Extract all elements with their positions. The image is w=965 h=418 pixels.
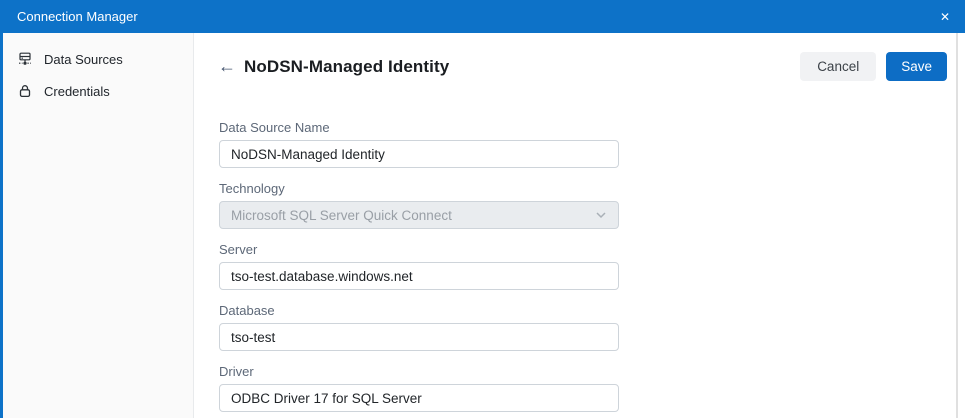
- form-group-technology: Technology Microsoft SQL Server Quick Co…: [219, 182, 956, 229]
- form-group-server: Server: [219, 243, 956, 290]
- window-body: Data Sources Credentials ← NoDSN-Managed…: [0, 33, 965, 418]
- save-button[interactable]: Save: [886, 52, 947, 81]
- database-input[interactable]: [219, 323, 619, 351]
- field-label-data-source-name: Data Source Name: [219, 121, 956, 135]
- data-source-form: Data Source Name Technology Microsoft SQ…: [219, 121, 956, 412]
- page-title: NoDSN-Managed Identity: [244, 57, 449, 77]
- form-group-data-source-name: Data Source Name: [219, 121, 956, 168]
- form-group-driver: Driver: [219, 365, 956, 412]
- data-source-name-input[interactable]: [219, 140, 619, 168]
- window-title: Connection Manager: [17, 9, 138, 24]
- driver-input[interactable]: [219, 384, 619, 412]
- field-label-driver: Driver: [219, 365, 956, 379]
- field-label-server: Server: [219, 243, 956, 257]
- field-label-technology: Technology: [219, 182, 956, 196]
- scrollbar-track[interactable]: [956, 33, 965, 418]
- sidebar-item-data-sources[interactable]: Data Sources: [3, 43, 193, 75]
- sidebar-item-label: Data Sources: [44, 52, 123, 67]
- header-actions: Cancel Save: [800, 52, 947, 81]
- connection-manager-window: Connection Manager ✕ Data Source: [0, 0, 965, 418]
- back-arrow-icon[interactable]: ←: [218, 57, 236, 77]
- technology-select: Microsoft SQL Server Quick Connect: [219, 201, 619, 229]
- technology-select-value: Microsoft SQL Server Quick Connect: [231, 208, 452, 223]
- main-panel: ← NoDSN-Managed Identity Cancel Save Dat…: [194, 33, 956, 418]
- titlebar: Connection Manager ✕: [0, 0, 965, 33]
- chevron-down-icon: [595, 211, 607, 219]
- field-label-database: Database: [219, 304, 956, 318]
- sidebar-item-label: Credentials: [44, 84, 110, 99]
- lock-icon: [17, 83, 33, 99]
- database-network-icon: [17, 51, 33, 67]
- close-icon[interactable]: ✕: [940, 11, 950, 23]
- form-group-database: Database: [219, 304, 956, 351]
- sidebar-item-credentials[interactable]: Credentials: [3, 75, 193, 107]
- sidebar: Data Sources Credentials: [3, 33, 194, 418]
- page-header: ← NoDSN-Managed Identity Cancel Save: [218, 52, 947, 81]
- server-input[interactable]: [219, 262, 619, 290]
- cancel-button[interactable]: Cancel: [800, 52, 876, 81]
